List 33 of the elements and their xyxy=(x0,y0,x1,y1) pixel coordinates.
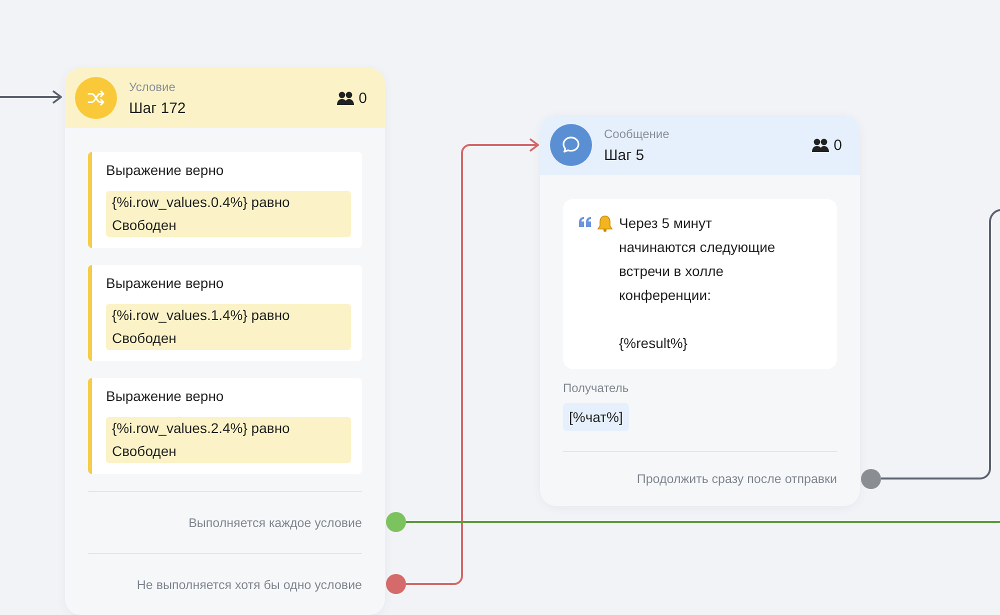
bell-icon xyxy=(597,215,613,232)
connector-arrow xyxy=(0,90,62,104)
node-type-label: Сообщение xyxy=(604,126,670,140)
condition-card[interactable]: Выражение верно {%i.row_values.2.4%} равно Свободен xyxy=(88,378,362,474)
condition-card[interactable]: Выражение верно {%i.row_values.0.4%} равно Свободен xyxy=(88,152,362,248)
condition-expression: {%i.row_values.0.4%} равно Свободен xyxy=(106,191,351,237)
condition-expression: {%i.row_values.2.4%} равно Свободен xyxy=(106,417,351,463)
output-port[interactable] xyxy=(386,574,406,594)
recipient-label: Получатель xyxy=(563,381,630,395)
recipient-tag: [%чат%] xyxy=(563,403,629,431)
quote-icon xyxy=(579,217,591,227)
output-port[interactable] xyxy=(861,468,881,488)
users-icon xyxy=(812,138,829,152)
output-label: Продолжить сразу после отправки xyxy=(636,472,837,486)
user-count: 0 xyxy=(834,136,842,154)
user-count: 0 xyxy=(358,90,367,106)
shuffle-icon xyxy=(75,77,117,119)
node-title: Шаг 5 xyxy=(604,146,646,164)
condition-heading: Выражение верно xyxy=(106,275,225,291)
output-port[interactable] xyxy=(386,512,406,532)
node-type-label: Условие xyxy=(129,80,176,94)
condition-expression: {%i.row_values.1.4%} равно Свободен xyxy=(106,304,351,350)
condition-heading: Выражение верно xyxy=(106,162,225,178)
node-card[interactable] xyxy=(65,68,385,615)
node-title: Шаг 172 xyxy=(129,100,187,116)
output-label: Не выполняется хотя бы одно условие xyxy=(136,578,362,592)
message-text: Через 5 минут начинаются следующие встречи в холле конференции: {%result%} xyxy=(619,214,776,353)
condition-heading: Выражение верно xyxy=(106,388,225,404)
chat-bubble-icon xyxy=(550,124,592,166)
output-label: Выполняется каждое условие xyxy=(188,516,362,530)
users-icon xyxy=(336,91,354,105)
node-card[interactable]: Сообщение Шаг 5 0 Через 5 минут начинаются следующие встречи в холле конференции: {%result%} Получатель [%чат%] Продолжить сразу после отправки xyxy=(540,115,860,506)
condition-card[interactable]: Выражение верно {%i.row_values.1.4%} равно Свободен xyxy=(88,265,362,361)
